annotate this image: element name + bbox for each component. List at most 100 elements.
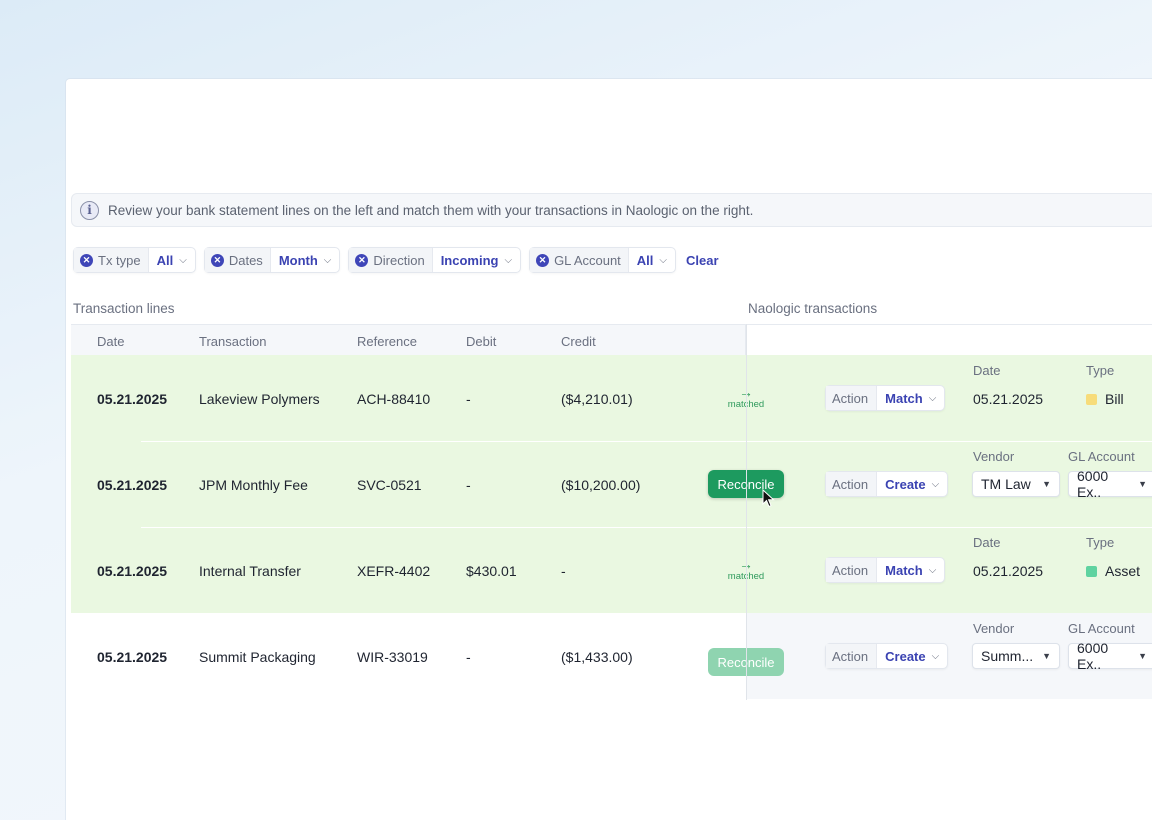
vendor-value: Summ... (981, 648, 1034, 664)
detail-label: GL Account (1068, 449, 1135, 464)
action-value: Match (885, 562, 923, 578)
filter-label: GL Account (554, 252, 621, 268)
action-select[interactable]: Action Create ⌵ (825, 471, 949, 497)
row-reference: SVC-0521 (357, 477, 422, 493)
remove-filter-icon[interactable]: ✕ (80, 253, 93, 267)
table-header: Date Transaction Reference Debit Credit (71, 324, 1152, 356)
row-reference: XEFR-4402 (357, 563, 431, 579)
row-credit: - (561, 563, 566, 579)
row-debit: - (466, 391, 471, 407)
panel-divider (746, 324, 747, 700)
row-date: 05.21.2025 (97, 563, 168, 579)
vendor-dropdown[interactable]: TM Law ▼ (972, 471, 1060, 497)
transaction-lines-title: Transaction lines (73, 301, 175, 316)
column-header-credit[interactable]: Credit (561, 334, 596, 349)
gl-account-dropdown[interactable]: 6000 Ex.. ▼ (1068, 468, 1152, 500)
row-debit: - (466, 477, 471, 493)
row-date: 05.21.2025 (97, 477, 168, 493)
action-select[interactable]: Action Create ⌵ (825, 643, 949, 669)
detail-label: Vendor (973, 621, 1015, 636)
detail-label: GL Account (1068, 621, 1135, 636)
action-select[interactable]: Action Match ⌵ (825, 557, 946, 583)
action-label: Action (826, 558, 878, 582)
chevron-down-icon: ⌵ (179, 254, 187, 266)
action-value: Create (885, 476, 926, 492)
row-credit: ($1,433.00) (561, 649, 633, 665)
chevron-down-icon: ⌵ (931, 650, 940, 662)
filter-gl-account[interactable]: ✕ GL Account All ⌵ (529, 247, 677, 273)
info-text: Review your bank statement lines on the … (108, 202, 754, 218)
detail-type: Asset (1086, 563, 1140, 579)
type-swatch-icon (1086, 566, 1097, 577)
filter-value: All (636, 252, 654, 268)
row-debit: - (466, 649, 471, 665)
chevron-down-icon: ⌵ (928, 564, 937, 576)
vendor-dropdown[interactable]: Summ... ▼ (972, 643, 1060, 669)
clear-filters-link[interactable]: Clear (686, 253, 719, 268)
caret-down-icon: ▼ (1138, 479, 1147, 489)
chevron-down-icon: ⌵ (659, 254, 668, 266)
caret-down-icon: ▼ (1042, 479, 1051, 489)
column-header-date[interactable]: Date (97, 334, 124, 349)
row-transaction: Internal Transfer (199, 563, 301, 579)
row-reference: ACH-88410 (357, 391, 431, 407)
filter-dates[interactable]: ✕ Dates Month ⌵ (203, 247, 341, 273)
row-debit: $430.01 (466, 563, 517, 579)
chevron-down-icon: ⌵ (931, 478, 940, 490)
action-label: Action (826, 386, 878, 410)
detail-date: 05.21.2025 (973, 391, 1044, 407)
filter-label: Tx type (98, 252, 141, 268)
table-row[interactable]: 05.21.2025 Internal Transfer XEFR-4402 $… (71, 527, 1152, 613)
row-date: 05.21.2025 (97, 649, 168, 665)
mouse-cursor-icon (762, 489, 775, 508)
table-row[interactable]: 05.21.2025 Lakeview Polymers ACH-88410 -… (71, 355, 1152, 441)
chevron-down-icon: ⌵ (504, 254, 513, 266)
action-select[interactable]: Action Match ⌵ (825, 385, 946, 411)
detail-label: Type (1086, 535, 1115, 550)
filter-label: Direction (373, 252, 425, 268)
gl-account-value: 6000 Ex.. (1077, 468, 1109, 500)
row-date: 05.21.2025 (97, 391, 168, 407)
detail-label: Vendor (973, 449, 1015, 464)
row-credit: ($4,210.01) (561, 391, 633, 407)
gl-account-value: 6000 Ex.. (1077, 640, 1109, 672)
caret-down-icon: ▼ (1138, 651, 1147, 661)
chevron-down-icon: ⌵ (928, 392, 937, 404)
table-row[interactable]: 05.21.2025 Summit Packaging WIR-33019 - … (71, 613, 1152, 699)
info-banner: i Review your bank statement lines on th… (71, 193, 1152, 227)
detail-date: 05.21.2025 (973, 563, 1044, 579)
action-label: Action (826, 644, 878, 668)
filter-bar: ✕ Tx type All ⌵ ✕ Dates Month ⌵ ✕ Direction I… (73, 247, 719, 273)
column-header-reference[interactable]: Reference (357, 334, 417, 349)
action-value: Match (885, 390, 923, 406)
filter-tx-type[interactable]: ✕ Tx type All ⌵ (73, 247, 196, 273)
detail-label: Date (973, 535, 1001, 550)
remove-filter-icon[interactable]: ✕ (210, 253, 224, 267)
info-icon: i (80, 200, 99, 220)
row-reference: WIR-33019 (357, 649, 428, 665)
row-credit: ($10,200.00) (561, 477, 641, 493)
filter-value: All (156, 252, 174, 268)
column-header-transaction[interactable]: Transaction (199, 334, 266, 349)
filter-direction[interactable]: ✕ Direction Incoming ⌵ (348, 247, 522, 273)
filter-value: Incoming (440, 252, 499, 268)
column-header-debit[interactable]: Debit (466, 334, 496, 349)
naologic-transactions-title: Naologic transactions (748, 301, 878, 316)
action-value: Create (885, 648, 926, 664)
remove-filter-icon[interactable]: ✕ (355, 253, 369, 267)
row-transaction: Lakeview Polymers (199, 391, 320, 407)
gl-account-dropdown[interactable]: 6000 Ex.. ▼ (1068, 640, 1152, 672)
filter-label: Dates (228, 252, 263, 268)
detail-type: Bill (1086, 391, 1124, 407)
chevron-down-icon: ⌵ (323, 254, 332, 266)
table-row[interactable]: 05.21.2025 JPM Monthly Fee SVC-0521 - ($… (71, 441, 1152, 527)
row-transaction: JPM Monthly Fee (199, 477, 308, 493)
type-swatch-icon (1086, 394, 1097, 405)
action-label: Action (826, 472, 878, 496)
remove-filter-icon[interactable]: ✕ (536, 253, 550, 267)
row-transaction: Summit Packaging (199, 649, 316, 665)
filter-value: Month (278, 252, 318, 268)
caret-down-icon: ▼ (1042, 651, 1051, 661)
detail-label: Date (973, 363, 1001, 378)
vendor-value: TM Law (981, 476, 1031, 492)
